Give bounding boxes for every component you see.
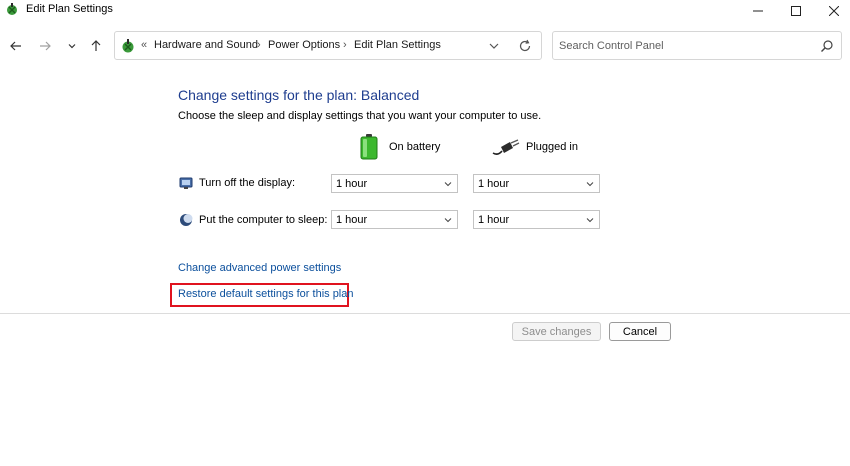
- arrow-right-icon: [40, 41, 51, 51]
- chevron-down-icon: [586, 182, 594, 187]
- breadcrumb-separator[interactable]: ›: [257, 39, 261, 51]
- column-on-battery: On battery: [389, 141, 441, 153]
- maximize-button[interactable]: [776, 0, 816, 22]
- display-plugged-in-select[interactable]: 1 hour: [473, 174, 600, 193]
- search-box[interactable]: [552, 31, 842, 60]
- sleep-on-battery-select[interactable]: 1 hour: [331, 210, 458, 229]
- window-title: Edit Plan Settings: [26, 3, 113, 15]
- chevron-down-icon: [68, 44, 76, 49]
- restore-default-settings-link[interactable]: Restore default settings for this plan: [178, 288, 353, 300]
- power-options-icon: [7, 3, 17, 15]
- page-title: Change settings for the plan: Balanced: [178, 87, 420, 103]
- minimize-button[interactable]: [738, 0, 778, 22]
- breadcrumb-power-options[interactable]: Power Options: [268, 39, 340, 51]
- row-label-sleep: Put the computer to sleep:: [199, 214, 328, 226]
- sleep-plugged-in-select[interactable]: 1 hour: [473, 210, 600, 229]
- maximize-icon: [791, 6, 801, 16]
- battery-icon: [360, 134, 378, 160]
- navigation-bar: « Hardware and Sound › Power Options › E…: [0, 30, 850, 62]
- breadcrumb-edit-plan-settings[interactable]: Edit Plan Settings: [354, 39, 441, 51]
- power-options-icon: [122, 39, 134, 53]
- column-plugged-in: Plugged in: [526, 141, 578, 153]
- minimize-icon: [753, 10, 763, 12]
- recent-locations-button[interactable]: [63, 38, 81, 54]
- title-bar: Edit Plan Settings: [0, 0, 850, 30]
- page-subtitle: Choose the sleep and display settings th…: [178, 110, 542, 122]
- save-changes-button[interactable]: Save changes: [512, 322, 601, 341]
- up-button[interactable]: [87, 38, 105, 54]
- arrow-left-icon: [10, 41, 21, 51]
- chevron-down-icon: [586, 218, 594, 223]
- select-value: 1 hour: [336, 214, 368, 226]
- chevron-down-icon: [444, 182, 452, 187]
- back-button[interactable]: [7, 38, 25, 54]
- chevron-down-icon: [444, 218, 452, 223]
- select-value: 1 hour: [336, 178, 368, 190]
- close-button[interactable]: [814, 0, 850, 22]
- display-icon: [179, 177, 193, 189]
- sleep-moon-icon: [180, 214, 193, 226]
- breadcrumb-overflow[interactable]: «: [141, 39, 147, 51]
- display-on-battery-select[interactable]: 1 hour: [331, 174, 458, 193]
- breadcrumb-hardware-and-sound[interactable]: Hardware and Sound: [154, 39, 258, 51]
- breadcrumb-separator[interactable]: ›: [343, 39, 347, 51]
- search-input[interactable]: [559, 38, 809, 54]
- row-label-turn-off-display: Turn off the display:: [199, 177, 295, 189]
- forward-button[interactable]: [36, 38, 54, 54]
- address-bar[interactable]: « Hardware and Sound › Power Options › E…: [114, 31, 542, 60]
- select-value: 1 hour: [478, 214, 510, 226]
- cancel-button[interactable]: Cancel: [609, 322, 671, 341]
- select-value: 1 hour: [478, 178, 510, 190]
- divider: [0, 313, 850, 314]
- search-icon[interactable]: [820, 39, 834, 53]
- close-icon: [829, 6, 839, 16]
- chevron-down-icon[interactable]: [487, 39, 501, 53]
- arrow-up-icon: [91, 40, 101, 51]
- power-plug-icon: [492, 139, 520, 155]
- change-advanced-power-settings-link[interactable]: Change advanced power settings: [178, 262, 341, 274]
- refresh-icon[interactable]: [517, 38, 533, 54]
